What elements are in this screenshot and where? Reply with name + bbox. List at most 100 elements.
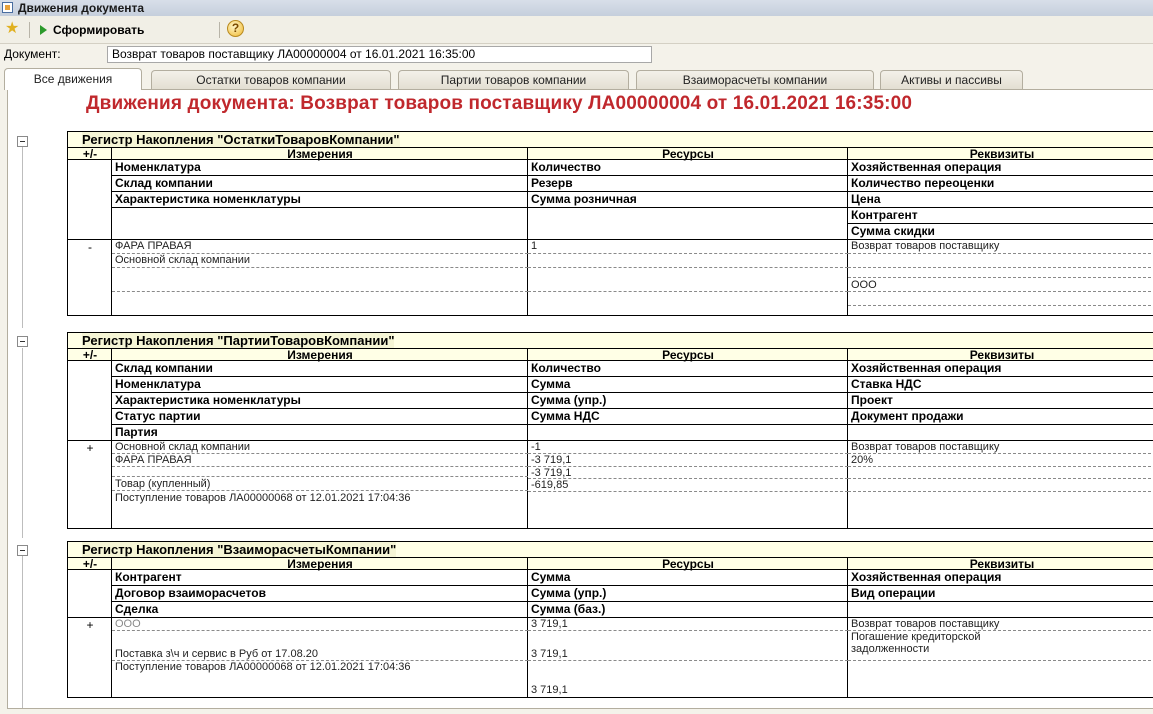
header-resource: Сумма (упр.) (528, 393, 848, 409)
data-requisite: Возврат товаров поставщику (848, 618, 1153, 631)
col-resources: Ресурсы (662, 557, 714, 571)
data-requisite: 20% (848, 454, 1153, 467)
document-movements-icon (2, 2, 13, 13)
register-title: Регистр Накопления "ПартииТоваровКомпани… (68, 333, 1153, 349)
data-resource: -3 719,1 (528, 467, 848, 479)
header-resource: Сумма розничная (528, 192, 848, 208)
header-dimension: Партия (112, 425, 528, 441)
col-resources: Ресурсы (662, 147, 714, 161)
generate-button[interactable]: Сформировать (38, 20, 148, 39)
collapse-toggle-icon[interactable] (17, 136, 28, 147)
data-resource: 3 719,1 (528, 618, 848, 631)
header-resource: Сумма (баз.) (528, 602, 848, 618)
tree-line (22, 556, 23, 708)
data-dimension: Основной склад компании (112, 441, 528, 454)
header-dimension: Сделка (112, 602, 528, 618)
header-requisite: Ставка НДС (848, 377, 1153, 393)
tab-company-batches[interactable]: Партии товаров компании (398, 70, 629, 89)
header-resource: Количество (528, 160, 848, 176)
col-plus-minus: +/- (82, 147, 98, 161)
tab-company-stock[interactable]: Остатки товаров компании (151, 70, 391, 89)
window-title: Движения документа (18, 1, 145, 15)
data-requisite: Возврат товаров поставщику (848, 441, 1153, 454)
header-resource: Резерв (528, 176, 848, 192)
data-dimension: ООО (112, 618, 528, 631)
header-requisite: Вид операции (848, 586, 1153, 602)
data-resource: -1 (528, 441, 848, 454)
data-resource (528, 492, 848, 529)
document-row: Документ: Возврат товаров поставщику ЛА0… (0, 45, 1153, 65)
document-label: Документ: (4, 47, 61, 61)
header-requisite: Хозяйственная операция (848, 570, 1153, 586)
data-requisite: Возврат товаров поставщику (848, 240, 1153, 254)
header-resource: Сумма НДС (528, 409, 848, 425)
collapse-toggle-icon[interactable] (17, 336, 28, 347)
data-dimension: Поступление товаров ЛА00000068 от 12.01.… (115, 661, 411, 673)
header-requisite: Цена (848, 192, 1153, 208)
column-header: +/- Измерения Ресурсы Реквизиты (68, 349, 1153, 361)
collapse-toggle-icon[interactable] (17, 545, 28, 556)
data-dimension: Товар (купленный) (112, 477, 528, 491)
movement-sign: - (88, 240, 92, 254)
report-heading: Движения документа: Возврат товаров пост… (86, 93, 913, 114)
col-dimensions: Измерения (287, 147, 353, 161)
data-requisite (848, 661, 1153, 698)
header-requisite: Количество переоценки (848, 176, 1153, 192)
data-requisite: ООО (848, 278, 1153, 292)
report-area: Движения документа: Возврат товаров пост… (7, 89, 1153, 709)
header-dimension: Договор взаиморасчетов (112, 586, 528, 602)
document-field[interactable]: Возврат товаров поставщику ЛА00000004 от… (107, 46, 652, 63)
data-requisite (848, 492, 1153, 529)
window-titlebar: Движения документа (0, 0, 1153, 17)
header-dimension: Контрагент (112, 570, 528, 586)
data-dimension (112, 467, 528, 477)
header-dimension: Статус партии (112, 409, 528, 425)
tab-assets-liabilities[interactable]: Активы и пассивы (880, 70, 1023, 89)
tab-company-settlements[interactable]: Взаиморасчеты компании (636, 70, 874, 89)
header-requisite: Проект (848, 393, 1153, 409)
header-dimension: Характеристика номенклатуры (112, 192, 528, 208)
header-requisite: Сумма скидки (848, 224, 1153, 240)
register-title: Регистр Накопления "ВзаиморасчетыКомпани… (68, 542, 1153, 558)
tab-all-movements[interactable]: Все движения (4, 68, 142, 90)
header-dimension: Склад компании (112, 176, 528, 192)
data-requisite (848, 467, 1153, 479)
header-requisite: Хозяйственная операция (848, 361, 1153, 377)
movement-sign: + (86, 441, 94, 455)
col-plus-minus: +/- (82, 557, 98, 571)
header-resource: Сумма (528, 570, 848, 586)
generate-button-label: Сформировать (53, 22, 145, 37)
data-requisite (848, 254, 1153, 268)
data-dimension: ФАРА ПРАВАЯ (112, 240, 528, 254)
header-resource: Сумма (упр.) (528, 586, 848, 602)
header-requisite: Хозяйственная операция (848, 160, 1153, 176)
tree-line (22, 146, 23, 328)
header-dimension: Номенклатура (112, 377, 528, 393)
data-requisite (848, 268, 1153, 278)
tab-bar: Все движения Остатки товаров компании Па… (4, 68, 1153, 90)
col-resources: Ресурсы (662, 348, 714, 362)
header-dimension: Характеристика номенклатуры (112, 393, 528, 409)
data-requisite (848, 292, 1153, 306)
toolbar-separator (29, 22, 30, 38)
register-batches: Регистр Накопления "ПартииТоваровКомпани… (67, 332, 1153, 529)
data-resource (528, 254, 848, 268)
header-resource: Сумма (528, 377, 848, 393)
col-plus-minus: +/- (82, 348, 98, 362)
data-resource (528, 268, 848, 292)
column-header: +/- Измерения Ресурсы Реквизиты (68, 148, 1153, 160)
data-dimension: ФАРА ПРАВАЯ (112, 454, 528, 467)
column-header: +/- Измерения Ресурсы Реквизиты (68, 558, 1153, 570)
data-resource: 3 719,1 (531, 684, 568, 696)
register-stock: Регистр Накопления "ОстаткиТоваровКомпан… (67, 131, 1153, 316)
register-title: Регистр Накопления "ОстаткиТоваровКомпан… (68, 132, 1153, 148)
header-dimension: Номенклатура (112, 160, 528, 176)
header-requisite: Документ продажи (848, 409, 1153, 425)
help-icon[interactable]: ? (227, 20, 244, 37)
toolbar-separator (219, 22, 220, 38)
movement-sign: + (86, 618, 94, 632)
data-dimension: Поставка з\ч и сервис в Руб от 17.08.20 (112, 631, 528, 661)
favorites-star-icon[interactable]: ★ (5, 20, 19, 38)
col-requisites: Реквизиты (969, 147, 1035, 161)
data-resource: -3 719,1 (528, 454, 848, 467)
